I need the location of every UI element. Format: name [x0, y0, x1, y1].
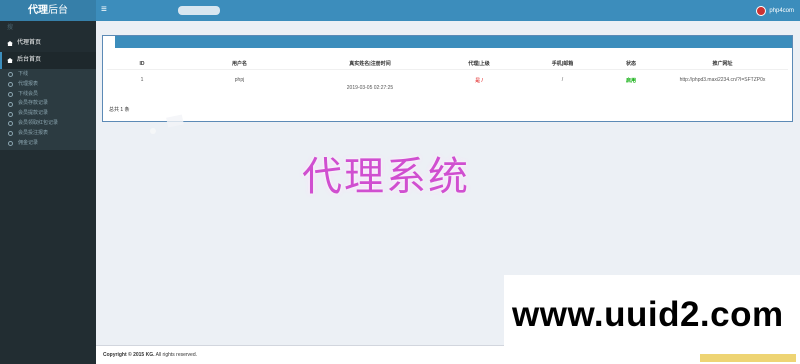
sidebar-subitem-commission[interactable]: 佣金记录 [0, 139, 96, 149]
agent-table: ID 用户名 真实姓名|注册时间 代理|上级 手机|邮箱 状态 推广网址 1 p… [107, 59, 788, 91]
sidebar-subitem-agent-report[interactable]: 代理报表 [0, 80, 96, 90]
column-header-agent-parent: 代理|上级 [438, 59, 520, 70]
redaction-blur [178, 6, 220, 15]
column-header-status: 状态 [605, 59, 657, 70]
sidebar-submenu: 下线 代理报表 下线会员 会员存款记录 会员提款记录 会员领取红包记录 会员投注… [0, 69, 96, 151]
sidebar-subitem-label: 下线会员 [18, 90, 39, 97]
logo-rest: 后台 [48, 5, 68, 16]
table-row[interactable]: 1 phpj 2019-03-05 02:27:25 是 / / 启用 http… [107, 69, 788, 91]
home-icon [7, 41, 13, 46]
overlay-title: 代理系统 [302, 154, 470, 200]
panel-tab[interactable] [103, 36, 115, 48]
redaction-blur [166, 114, 184, 128]
panel-header [103, 36, 792, 48]
sidebar-toggle-icon[interactable]: ≡ [101, 4, 107, 16]
circle-icon [8, 111, 13, 117]
footer-copyright-rest: All rights reserved. [154, 352, 198, 358]
cell-id: 1 [140, 77, 144, 84]
watermark-strip [700, 354, 796, 362]
logo[interactable]: 代理后台 [0, 0, 96, 21]
redaction-blur [150, 128, 156, 134]
sidebar-subitem-bet-report[interactable]: 会员投注报表 [0, 129, 96, 139]
circle-icon [8, 82, 13, 88]
cell-contact: / [561, 77, 564, 84]
sidebar-subitem-label: 代理报表 [18, 80, 39, 87]
cell-realname-time: 2019-03-05 02:27:25 [302, 69, 438, 91]
sidebar-subitem-label: 会员投注报表 [18, 129, 49, 136]
data-panel: ID 用户名 真实姓名|注册时间 代理|上级 手机|邮箱 状态 推广网址 1 p… [102, 35, 793, 122]
logo-bold: 代理 [28, 5, 48, 16]
watermark-text: www.uuid2.com [512, 295, 784, 334]
sidebar-item-admin-home[interactable]: 后台首页 [0, 52, 96, 69]
sidebar-subitem-label: 佣金记录 [18, 139, 39, 146]
sidebar-subitem-downline[interactable]: 下线 [0, 70, 96, 80]
column-header-id: ID [107, 59, 177, 70]
table-header-row: ID 用户名 真实姓名|注册时间 代理|上级 手机|邮箱 状态 推广网址 [107, 59, 788, 70]
home-icon [7, 58, 13, 63]
user-name: php4com [769, 7, 794, 14]
cell-username: phpj [234, 77, 245, 84]
sidebar-subitem-label: 会员存款记录 [18, 100, 49, 107]
circle-icon [8, 121, 13, 127]
page-footer: Copyright © 2015 KG. All rights reserved… [96, 345, 504, 364]
column-header-contact: 手机|邮箱 [520, 59, 605, 70]
footer-copyright-bold: Copyright © 2015 KG. [103, 352, 155, 358]
circle-icon [8, 72, 13, 78]
sidebar-subitem-downline-members[interactable]: 下线会员 [0, 90, 96, 100]
table-total: 总共 1 条 [109, 107, 130, 113]
column-header-realname-time: 真实姓名|注册时间 [302, 59, 438, 70]
sidebar-subitem-label: 会员领取红包记录 [18, 119, 59, 126]
circle-icon [8, 101, 13, 107]
sidebar-subitem-withdraw-records[interactable]: 会员提款记录 [0, 109, 96, 119]
cell-agent-parent: 是 / [475, 77, 483, 84]
top-header: 代理后台 ≡ php4com [0, 0, 800, 21]
sidebar: 搜 代理首页 后台首页 下线 代理报表 下线会员 会员存款记录 会员提款记录 会… [0, 21, 96, 364]
column-header-promo-url: 推广网址 [657, 59, 788, 70]
sidebar-subitem-deposit-records[interactable]: 会员存款记录 [0, 99, 96, 109]
sidebar-item-label: 代理首页 [17, 40, 42, 46]
cell-promo-url[interactable]: http://phpd3.maxi2234.cn/?I=SFTZP0x [657, 69, 788, 91]
column-header-username: 用户名 [177, 59, 302, 70]
sidebar-search-hint: 搜 [7, 25, 14, 31]
sidebar-item-label: 后台首页 [17, 57, 42, 63]
sidebar-subitem-label: 会员提款记录 [18, 110, 49, 117]
sidebar-subitem-label: 下线 [18, 71, 29, 77]
status-badge: 启用 [625, 77, 636, 84]
avatar [756, 5, 767, 16]
circle-icon [8, 131, 13, 137]
circle-icon [8, 91, 13, 97]
sidebar-subitem-redpacket-records[interactable]: 会员领取红包记录 [0, 119, 96, 129]
sidebar-item-agent-home[interactable]: 代理首页 [0, 35, 96, 52]
user-menu[interactable]: php4com [756, 4, 794, 17]
circle-icon [8, 140, 13, 146]
cell-register-time: 2019-03-05 02:27:25 [346, 84, 394, 91]
